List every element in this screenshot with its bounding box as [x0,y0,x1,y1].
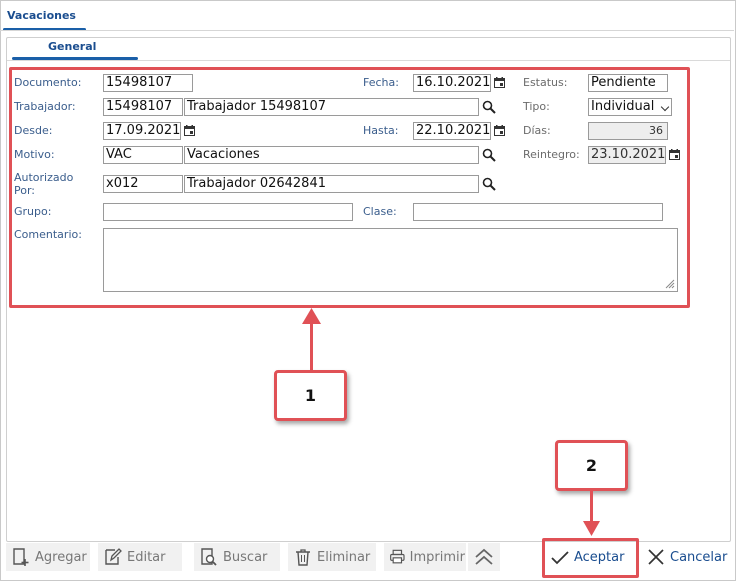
buscar-label: Buscar [223,549,268,565]
search-document-icon [201,548,217,566]
cancelar-button[interactable]: Cancelar [642,543,728,571]
agregar-label: Agregar [35,549,87,565]
callout-1: 1 [274,370,347,421]
printer-icon [390,549,405,564]
agregar-button[interactable]: Agregar [6,543,90,571]
double-chevron-up-icon [475,548,493,565]
tab-general[interactable]: General [48,40,96,53]
tab-vacaciones[interactable]: Vacaciones [7,9,76,22]
aceptar-highlight-box [542,538,639,578]
eliminar-button[interactable]: Eliminar [288,543,376,571]
eliminar-label: Eliminar [317,549,371,565]
cancelar-label: Cancelar [670,549,728,565]
callout1-arrow [310,322,313,372]
subtab-divider [7,60,730,61]
collapse-button[interactable] [468,543,500,571]
edit-icon [105,548,122,565]
callout2-arrow [590,491,593,523]
editar-label: Editar [127,549,166,565]
close-icon [648,549,664,565]
editar-button[interactable]: Editar [98,543,182,571]
add-document-icon [13,548,29,566]
arrow-up-icon [302,308,321,324]
callout-2: 2 [555,440,628,491]
arrow-down-icon [583,521,600,536]
trash-icon [296,549,310,566]
form-highlight-box [9,67,690,308]
imprimir-label: Imprimir [409,549,465,565]
imprimir-button[interactable]: Imprimir [384,543,466,571]
buscar-button[interactable]: Buscar [194,543,280,571]
tab-divider [0,30,734,31]
